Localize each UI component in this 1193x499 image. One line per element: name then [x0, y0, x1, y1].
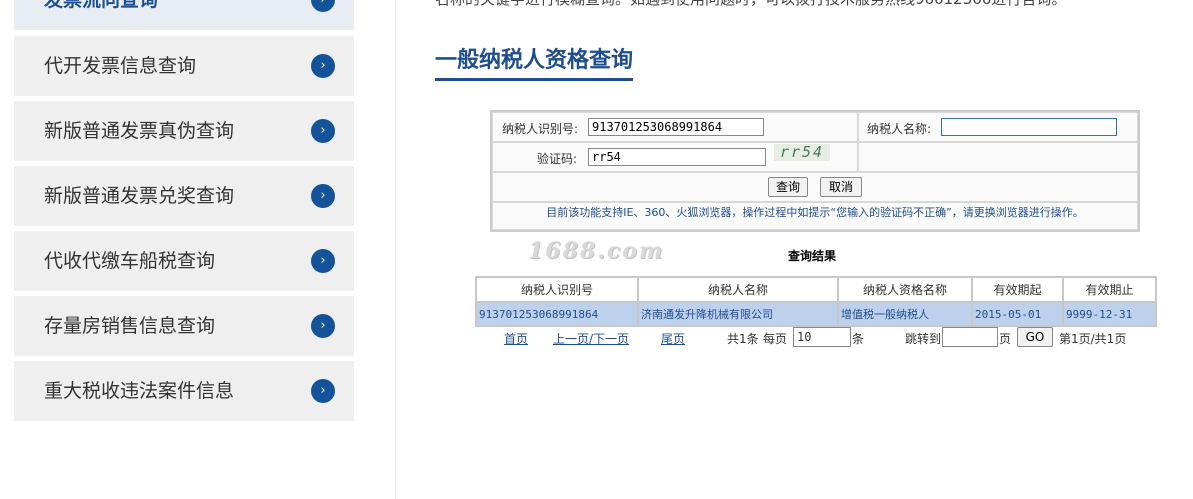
cell-taxpayer-name: 济南通发升降机械有限公司 — [637, 301, 839, 327]
cancel-button[interactable]: 取消 — [820, 177, 862, 197]
sidebar-item-label: 代开发票信息查询 — [44, 55, 197, 77]
form-cell — [492, 172, 1138, 202]
sidebar-item-label: 代收代缴车船税查询 — [44, 250, 216, 272]
chevron-right-icon: › — [311, 314, 335, 338]
column-header: 纳税人识别号 — [475, 276, 639, 303]
query-form: 纳税人识别号: 913701253068991864 纳税人名称: 验证码: r… — [490, 110, 1140, 232]
taxpayer-id-label: 纳税人识别号: — [502, 122, 579, 136]
sidebar-item-agent-invoice[interactable]: 代开发票信息查询 › — [14, 36, 354, 96]
prev-next-link[interactable]: 上一页/下一页 — [553, 330, 629, 347]
watermark: 1688.com — [528, 238, 665, 264]
sidebar-item-invoice-lottery[interactable]: 新版普通发票兑奖查询 › — [14, 166, 354, 226]
first-page-link[interactable]: 首页 — [504, 330, 528, 347]
jump-label: 跳转到 — [905, 332, 942, 346]
sidebar-item-label: 新版普通发票兑奖查询 — [44, 185, 235, 207]
chevron-right-icon: › — [311, 0, 335, 12]
cell-qualification: 增值税一般纳税人 — [837, 301, 973, 327]
taxpayer-name-label: 纳税人名称: — [867, 122, 932, 136]
captcha-input[interactable]: rr54 — [588, 148, 766, 166]
column-header: 纳税人名称 — [637, 276, 839, 303]
browser-notice: 目前该功能支持IE、360、火狐浏览器，操作过程中如提示“您输入的验证码不正确”… — [546, 206, 1084, 219]
sidebar-item-invoice-flow[interactable]: 发票流向查询 › — [14, 0, 354, 30]
column-header: 有效期止 — [1062, 276, 1157, 303]
chevron-right-icon: › — [311, 249, 335, 273]
page-title: 一般纳税人资格查询 — [435, 48, 634, 73]
query-button[interactable]: 查询 — [768, 177, 808, 197]
per-page-label: 每页 — [763, 332, 788, 346]
sidebar-item-tax-violation[interactable]: 重大税收违法案件信息 › — [14, 361, 354, 421]
results-table: 纳税人识别号 纳税人名称 纳税人资格名称 有效期起 有效期止 913701253… — [475, 276, 1157, 327]
intro-text: 名称的关键字进行模糊查询。如遇到使用问题时，可以拨打技术服务热线96012366… — [435, 0, 1066, 9]
cell-taxpayer-id: 913701253068991864 — [475, 301, 639, 327]
per-page-input[interactable]: 10 — [793, 327, 851, 347]
sidebar-item-label: 新版普通发票真伪查询 — [44, 120, 235, 142]
form-cell — [858, 142, 1138, 172]
sidebar-item-label: 存量房销售信息查询 — [44, 315, 216, 337]
results-title: 查询结果 — [788, 249, 837, 263]
table-row: 913701253068991864 济南通发升降机械有限公司 增值税一般纳税人… — [475, 301, 1157, 327]
sidebar-item-invoice-authenticity[interactable]: 新版普通发票真伪查询 › — [14, 101, 354, 161]
cell-valid-to: 9999-12-31 — [1062, 301, 1157, 327]
table-header-row: 纳税人识别号 纳税人名称 纳税人资格名称 有效期起 有效期止 — [475, 276, 1157, 303]
column-header: 有效期起 — [971, 276, 1064, 303]
taxpayer-name-input[interactable] — [941, 118, 1117, 136]
sidebar-item-label: 发票流向查询 — [44, 0, 159, 11]
jump-unit: 页 — [999, 332, 1012, 346]
page-info: 第1页/共1页 — [1059, 332, 1127, 346]
chevron-right-icon: › — [311, 184, 335, 208]
chevron-right-icon: › — [311, 379, 335, 403]
title-underline — [435, 78, 633, 81]
sidebar: 发票流向查询 › 代开发票信息查询 › 新版普通发票真伪查询 › 新版普通发票兑… — [0, 0, 396, 499]
chevron-right-icon: › — [311, 119, 335, 143]
column-header: 纳税人资格名称 — [837, 276, 973, 303]
per-page-unit: 条 — [852, 332, 865, 346]
total-count: 共1条 — [727, 332, 759, 346]
jump-page-input[interactable] — [942, 327, 998, 347]
captcha-image[interactable]: rr54 — [774, 144, 830, 161]
chevron-right-icon: › — [311, 54, 335, 78]
sidebar-item-vehicle-tax[interactable]: 代收代缴车船税查询 › — [14, 231, 354, 291]
sidebar-item-housing-sales[interactable]: 存量房销售信息查询 › — [14, 296, 354, 356]
go-button[interactable]: GO — [1017, 327, 1053, 347]
taxpayer-id-input[interactable]: 913701253068991864 — [588, 118, 764, 136]
last-page-link[interactable]: 尾页 — [661, 330, 685, 347]
captcha-label: 验证码: — [537, 152, 578, 166]
sidebar-item-label: 重大税收违法案件信息 — [44, 380, 235, 402]
cell-valid-from: 2015-05-01 — [971, 301, 1064, 327]
